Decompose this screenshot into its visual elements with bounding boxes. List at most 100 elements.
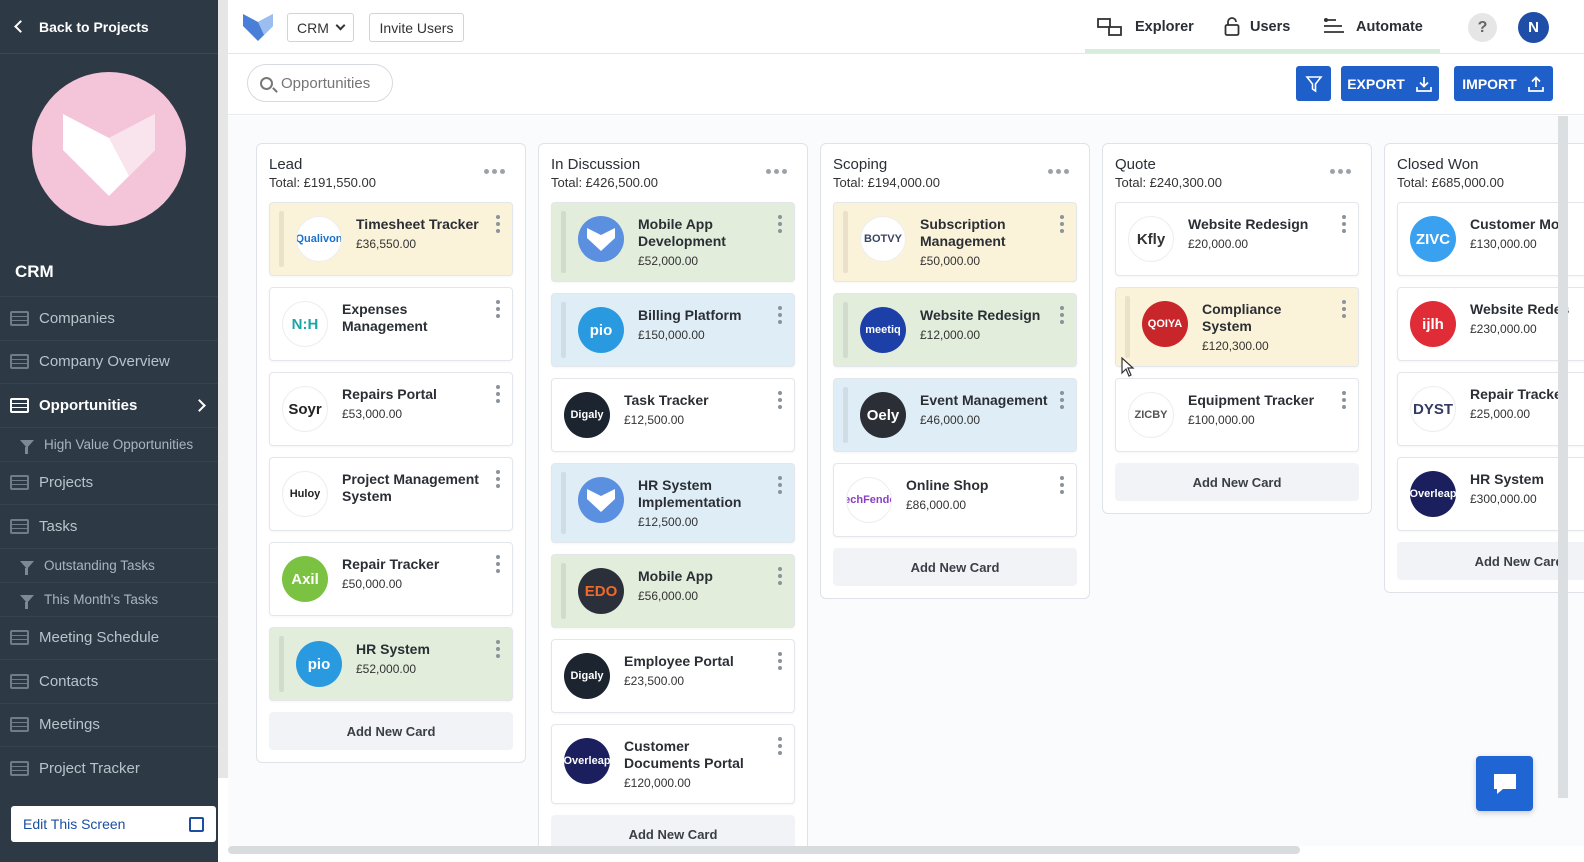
- mouse-cursor-icon: [1121, 357, 1135, 377]
- import-button[interactable]: IMPORT: [1454, 66, 1553, 101]
- card-menu-icon[interactable]: [496, 385, 500, 403]
- opportunity-card[interactable]: N:H Expenses Management: [269, 287, 513, 361]
- brand-logo-icon[interactable]: [242, 12, 274, 47]
- card-title: Repair Tracker: [342, 556, 440, 572]
- company-logo-text: EDO: [584, 582, 618, 600]
- opportunity-card[interactable]: Digaly Task Tracker £12,500.00: [551, 378, 795, 452]
- column-menu-icon[interactable]: [1048, 169, 1069, 174]
- add-new-card-button[interactable]: Add New Card: [1397, 542, 1584, 580]
- company-logo: pio: [296, 641, 342, 687]
- opportunity-card[interactable]: ZICBY Equipment Tracker £100,000.00: [1115, 378, 1359, 452]
- sidebar-item-meetings[interactable]: Meetings: [0, 702, 218, 747]
- opportunity-card[interactable]: Overleap Customer Documents Portal £120,00…: [551, 724, 795, 804]
- sidebar-item-contacts[interactable]: Contacts: [0, 659, 218, 703]
- card-menu-icon[interactable]: [1342, 215, 1346, 233]
- card-menu-icon[interactable]: [496, 470, 500, 488]
- add-new-card-button[interactable]: Add New Card: [551, 815, 795, 846]
- sidebar-item-label: Opportunities: [39, 396, 138, 414]
- opportunity-card[interactable]: Qualivon Timesheet Tracker £36,550.00: [269, 202, 513, 276]
- opportunity-card[interactable]: Oely Event Management £46,000.00: [833, 378, 1077, 452]
- invite-users-button[interactable]: Invite Users: [369, 13, 464, 42]
- card-menu-icon[interactable]: [496, 640, 500, 658]
- nav-automate[interactable]: Automate: [1322, 0, 1423, 54]
- sidebar-item-project-tracker[interactable]: Project Tracker: [0, 746, 218, 790]
- export-button[interactable]: EXPORT: [1341, 66, 1439, 101]
- card-menu-icon[interactable]: [1342, 300, 1346, 318]
- filter-button[interactable]: [1296, 66, 1331, 101]
- sidebar-item-projects[interactable]: Projects: [0, 460, 218, 505]
- opportunity-card[interactable]: EDO Mobile App £56,000.00: [551, 554, 795, 628]
- sidebar-scrollbar[interactable]: [218, 0, 228, 778]
- sidebar-item-meeting-schedule[interactable]: Meeting Schedule: [0, 615, 218, 660]
- sidebar-item-opportunities[interactable]: Opportunities: [0, 383, 218, 427]
- add-new-card-button[interactable]: Add New Card: [833, 548, 1077, 586]
- back-to-projects-link[interactable]: Back to Projects: [0, 0, 218, 54]
- card-menu-icon[interactable]: [1060, 476, 1064, 494]
- opportunity-card[interactable]: QOIYA Compliance System £120,300.00: [1115, 287, 1359, 367]
- sidebar-item-tasks[interactable]: Tasks: [0, 504, 218, 548]
- card-menu-icon[interactable]: [1342, 391, 1346, 409]
- table-icon: [10, 354, 29, 370]
- opportunity-card[interactable]: DYST Repair Tracke £25,000.00: [1397, 372, 1584, 446]
- column-header: Closed Won Total: £685,000.00: [1385, 144, 1584, 202]
- card-menu-icon[interactable]: [778, 567, 782, 585]
- card-menu-icon[interactable]: [778, 652, 782, 670]
- opportunity-card[interactable]: TechFender Online Shop £86,000.00: [833, 463, 1077, 537]
- card-menu-icon[interactable]: [1060, 215, 1064, 233]
- column-total: Total: £191,550.00: [269, 175, 376, 190]
- opportunity-card[interactable]: Digaly Employee Portal £23,500.00: [551, 639, 795, 713]
- card-menu-icon[interactable]: [496, 300, 500, 318]
- card-menu-icon[interactable]: [1060, 306, 1064, 324]
- vertical-scrollbar[interactable]: [1558, 116, 1568, 798]
- card-menu-icon[interactable]: [778, 737, 782, 755]
- card-amount: £52,000.00: [638, 254, 699, 268]
- card-menu-icon[interactable]: [1060, 391, 1064, 409]
- card-menu-icon[interactable]: [496, 215, 500, 233]
- add-new-card-button[interactable]: Add New Card: [269, 712, 513, 750]
- card-menu-icon[interactable]: [778, 391, 782, 409]
- opportunity-card[interactable]: Soyr Repairs Portal £53,000.00: [269, 372, 513, 446]
- nav-explorer[interactable]: Explorer: [1097, 0, 1194, 54]
- app-select-dropdown[interactable]: CRM: [287, 13, 354, 42]
- opportunity-card[interactable]: meetiq Website Redesign £12,000.00: [833, 293, 1077, 367]
- edit-this-screen-button[interactable]: Edit This Screen: [11, 806, 216, 842]
- add-new-card-button[interactable]: Add New Card: [1115, 463, 1359, 501]
- column-menu-icon[interactable]: [766, 169, 787, 174]
- horizontal-scrollbar[interactable]: [228, 846, 1300, 854]
- card-title: Online Shop: [906, 477, 989, 493]
- sidebar-filter-this-month-s-tasks[interactable]: This Month's Tasks: [0, 581, 218, 616]
- sidebar-filter-high-value-opportunities[interactable]: High Value Opportunities: [0, 426, 218, 461]
- card-menu-icon[interactable]: [778, 306, 782, 324]
- card-menu-icon[interactable]: [778, 476, 782, 494]
- card-menu-icon[interactable]: [496, 555, 500, 573]
- nav-users[interactable]: Users: [1224, 0, 1290, 54]
- opportunity-card[interactable]: ZIVC Customer Mob £130,000.00: [1397, 202, 1584, 276]
- sidebar-item-label: Meetings: [39, 716, 100, 734]
- toolbar: EXPORT IMPORT: [228, 55, 1584, 115]
- opportunity-card[interactable]: HR System Implementation £12,500.00: [551, 463, 795, 543]
- card-title: HR System Implementation: [638, 477, 742, 510]
- column-menu-icon[interactable]: [1330, 169, 1351, 174]
- sidebar-item-companies[interactable]: Companies: [0, 296, 218, 340]
- column-header: Scoping Total: £194,000.00: [821, 144, 1089, 202]
- opportunity-card[interactable]: Overleap HR System £300,000.00: [1397, 457, 1584, 531]
- sidebar-item-company-overview[interactable]: Company Overview: [0, 339, 218, 384]
- search-input[interactable]: [281, 74, 381, 92]
- opportunity-card[interactable]: Kfly Website Redesign £20,000.00: [1115, 202, 1359, 276]
- card-title: Website Redesign: [1188, 216, 1309, 232]
- opportunity-card[interactable]: BOTVY Subscription Management £50,000.00: [833, 202, 1077, 282]
- opportunity-card[interactable]: Huloy Project Management System: [269, 457, 513, 531]
- opportunity-card[interactable]: Mobile App Development £52,000.00: [551, 202, 795, 282]
- opportunity-card[interactable]: pio Billing Platform £150,000.00: [551, 293, 795, 367]
- opportunity-card[interactable]: ijlh Website Redes £230,000.00: [1397, 287, 1584, 361]
- user-avatar[interactable]: N: [1518, 12, 1549, 43]
- search-box[interactable]: [247, 64, 393, 102]
- sidebar-filter-outstanding-tasks[interactable]: Outstanding Tasks: [0, 547, 218, 582]
- chat-button[interactable]: [1476, 756, 1533, 811]
- opportunity-card[interactable]: pio HR System £52,000.00: [269, 627, 513, 701]
- opportunity-card[interactable]: Axil Repair Tracker £50,000.00: [269, 542, 513, 616]
- column-menu-icon[interactable]: [484, 169, 505, 174]
- help-button[interactable]: ?: [1468, 13, 1497, 42]
- company-logo: N:H: [282, 301, 328, 347]
- card-menu-icon[interactable]: [778, 215, 782, 233]
